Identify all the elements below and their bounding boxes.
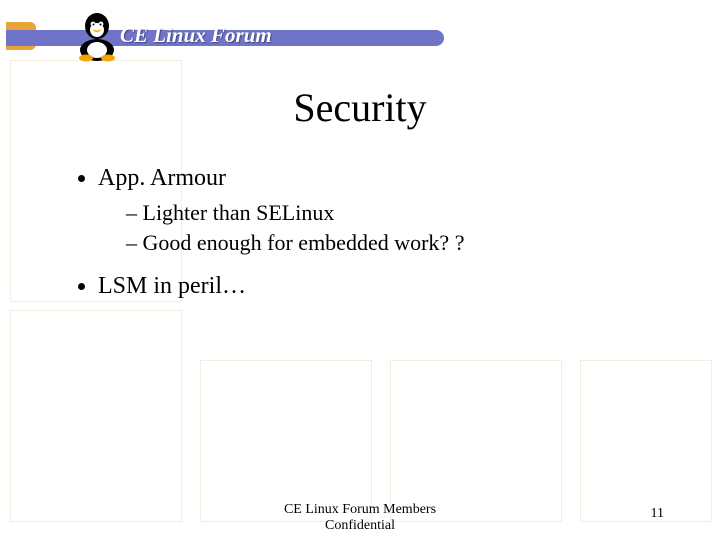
forum-name: CE Linux Forum xyxy=(120,23,272,48)
slide-title: Security xyxy=(0,84,720,131)
bullet-text: App. Armour xyxy=(98,165,226,191)
bg-ornament xyxy=(390,360,562,522)
sub-bullet: Lighter than SELinux xyxy=(126,198,670,228)
header-banner: CE Linux Forum xyxy=(6,10,446,54)
footer-line2: Confidential xyxy=(325,518,395,533)
bullet-text: LSM in peril… xyxy=(98,273,246,299)
tux-penguin-icon xyxy=(72,10,122,62)
bg-ornament xyxy=(10,310,182,522)
bullet-item: LSM in peril… xyxy=(98,270,670,302)
bg-ornament xyxy=(200,360,372,522)
bg-ornament xyxy=(580,360,712,522)
page-number: 11 xyxy=(651,506,664,522)
bullet-item: App. Armour Lighter than SELinux Good en… xyxy=(98,162,670,258)
slide-content: App. Armour Lighter than SELinux Good en… xyxy=(70,162,670,308)
footer-line1: CE Linux Forum Members xyxy=(284,502,436,517)
sub-bullet: Good enough for embedded work? ? xyxy=(126,228,670,258)
footer-text: CE Linux Forum Members Confidential xyxy=(0,502,720,534)
